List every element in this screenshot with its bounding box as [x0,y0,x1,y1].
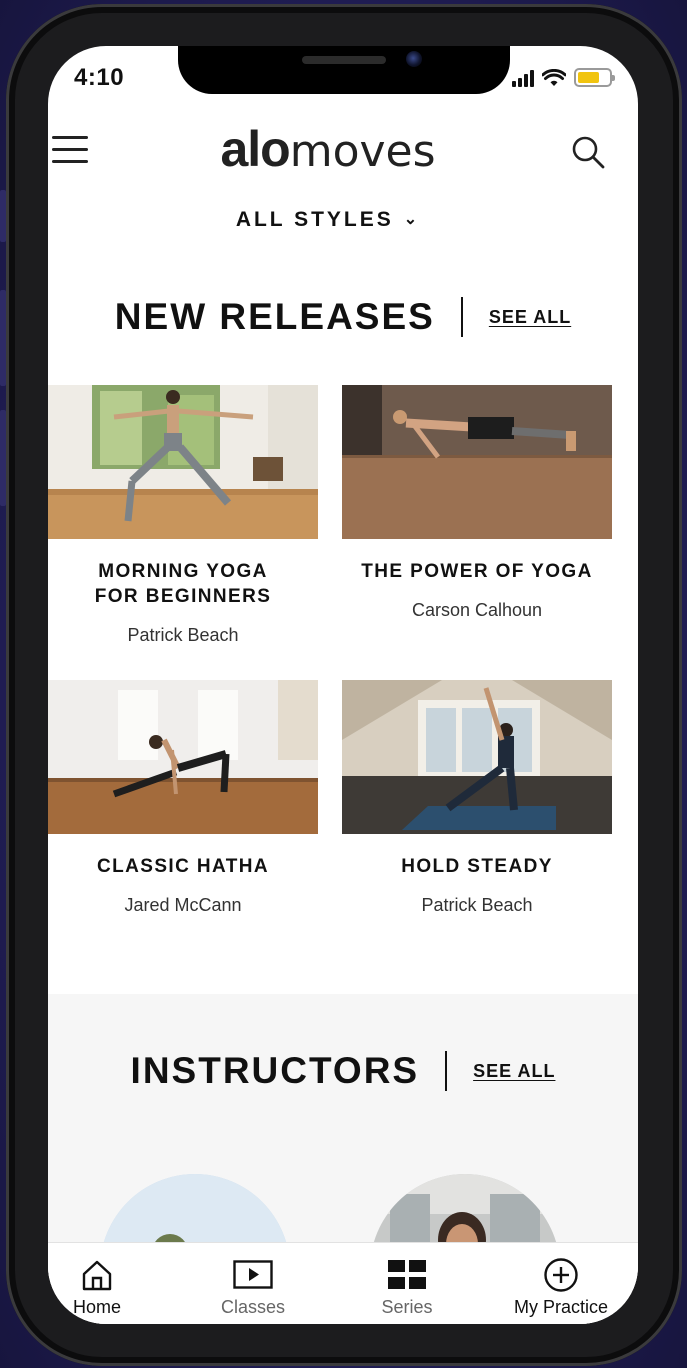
divider [460,297,463,337]
cellular-signal-icon [512,69,534,87]
class-instructor: Patrick Beach [127,625,239,645]
class-title-line: HOLD STEADY [401,856,553,877]
tab-series[interactable]: Series [342,1257,472,1318]
bottom-tab-bar: Home Classes Series My Practice [48,1242,638,1324]
tab-label: My Practice [513,1297,609,1317]
front-camera [406,51,422,67]
tab-label: Home [72,1297,121,1317]
see-all-new-releases-link[interactable]: SEE ALL [489,307,571,328]
wifi-icon [542,68,566,86]
class-title: THE POWER OF YOGA [342,559,612,584]
class-card[interactable]: MORNING YOGA FOR BEGINNERS Patrick Beach [48,385,318,646]
logo-moves: moves [289,126,436,177]
class-title-line: CLASSIC HATHA [97,856,269,877]
tab-label: Classes [220,1297,286,1317]
class-thumbnail [48,680,318,834]
class-instructor: Carson Calhoun [411,600,543,620]
class-instructor: Patrick Beach [421,895,533,915]
class-thumbnail [342,680,612,834]
chevron-down-icon: ⌄ [403,211,421,228]
grid-icon [342,1257,472,1293]
class-instructor: Jared McCann [124,895,242,915]
class-title: HOLD STEADY [342,854,612,879]
instructors-title: INSTRUCTORS [130,1050,420,1091]
class-thumbnail [342,385,612,539]
tab-classes[interactable]: Classes [188,1257,318,1318]
tab-home[interactable]: Home [48,1257,162,1318]
battery-icon [574,68,615,87]
tab-label: Series [381,1297,433,1317]
see-all-instructors-link[interactable]: SEE ALL [473,1061,555,1082]
class-card[interactable]: CLASSIC HATHA Jared McCann [48,680,318,916]
logo-alo: alo [220,121,290,177]
instructors-header: INSTRUCTORS SEE ALL [48,1050,638,1092]
class-title-line: THE POWER OF YOGA [361,561,593,582]
styles-filter-label: ALL STYLES [235,208,394,231]
home-icon [48,1257,162,1293]
status-icons [512,68,615,87]
tab-my-practice[interactable]: My Practice [496,1257,626,1318]
search-icon[interactable] [570,134,606,170]
class-title-line: FOR BEGINNERS [94,586,272,607]
battery-level [578,72,599,83]
app-logo: alomoves [48,120,608,178]
class-thumbnail [48,385,318,539]
speaker [302,56,386,64]
styles-filter-dropdown[interactable]: ALL STYLES ⌄ [48,208,608,232]
divider [445,1051,448,1091]
class-card[interactable]: HOLD STEADY Patrick Beach [342,680,612,916]
status-time: 4:10 [74,64,125,91]
play-icon [188,1257,318,1293]
new-releases-header: NEW RELEASES SEE ALL [48,296,638,338]
plus-circle-icon [496,1257,626,1293]
notch [178,46,510,94]
class-card[interactable]: THE POWER OF YOGA Carson Calhoun [342,385,612,621]
new-releases-title: NEW RELEASES [114,296,435,337]
class-title: CLASSIC HATHA [48,854,318,879]
class-title-line: MORNING YOGA [98,561,268,582]
class-title: MORNING YOGA FOR BEGINNERS [48,559,318,609]
app-screen: 4:10 alomoves ALL STYLES ⌄ NEW RELEASES S… [48,46,638,1324]
